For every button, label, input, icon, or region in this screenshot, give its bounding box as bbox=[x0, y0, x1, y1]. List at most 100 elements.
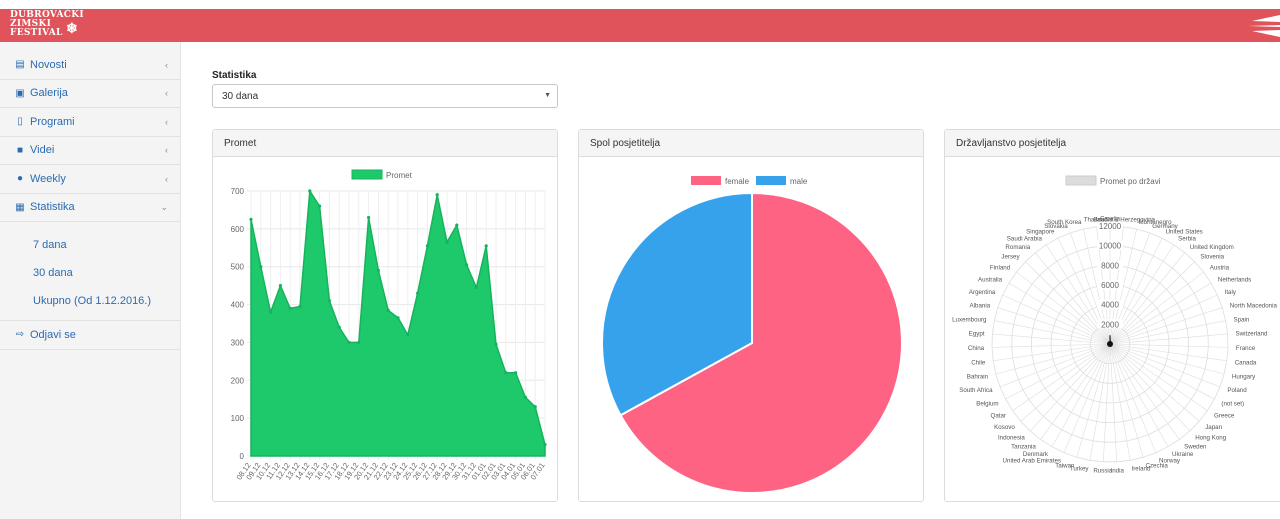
nationality-radar-chart: Promet po državi 2000 4000 6000 8000 10000 120… bbox=[952, 175, 1278, 474]
radar-category-label: Argentina bbox=[969, 289, 996, 296]
data-point bbox=[504, 371, 508, 375]
radar-category-label: Slovenia bbox=[1200, 254, 1224, 261]
radar-category-label: Jersey bbox=[1001, 254, 1020, 261]
data-point bbox=[455, 223, 459, 227]
radar-spoke bbox=[1109, 343, 1180, 440]
radar-category-label: India bbox=[1110, 467, 1124, 474]
radar-tick-label: 12000 bbox=[1099, 222, 1122, 231]
radar-category-label: Bahrain bbox=[967, 374, 989, 381]
radar-category-label: France bbox=[1236, 345, 1256, 352]
sidebar-item-label: Galerija bbox=[30, 87, 68, 100]
radar-category-label: Greece bbox=[1214, 413, 1235, 420]
radar-spoke bbox=[997, 307, 1111, 345]
sidebar: ▤ Novosti ‹ ▣ Galerija ‹ ▯ Programi ‹ ■ Videi ‹ ● Wee… bbox=[0, 42, 181, 519]
radar-tick-label: 4000 bbox=[1101, 301, 1119, 310]
radar-spoke bbox=[1012, 343, 1111, 411]
radar-category-label: Japan bbox=[1205, 424, 1222, 431]
radar-category-label: Denmark bbox=[1023, 451, 1049, 458]
legend-label-female: female bbox=[725, 177, 750, 186]
chevron-left-icon: ‹ bbox=[165, 59, 168, 70]
nationality-card: Državljanstvo posjetitelja Promet po drž… bbox=[944, 129, 1280, 502]
submenu-item-30-dana[interactable]: 30 dana bbox=[0, 259, 180, 287]
sidebar-item-statistika[interactable]: ▦ Statistika ⌄ bbox=[0, 194, 180, 222]
sidebar-item-label: Statistika bbox=[30, 201, 75, 214]
radar-category-label: Hungary bbox=[1232, 374, 1256, 381]
radar-category-label: Canada bbox=[1235, 359, 1257, 366]
submenu-item-7-dana[interactable]: 7 dana bbox=[0, 231, 180, 259]
sign-out-icon: ⇨ bbox=[15, 329, 25, 341]
data-point bbox=[308, 189, 312, 193]
festival-logo[interactable]: DUBROVAČKI ZIMSKI FESTIVAL ❄ bbox=[10, 11, 84, 38]
legend-label: Promet po državi bbox=[1100, 177, 1161, 186]
gender-card: Spol posjetitelja female male bbox=[578, 129, 924, 502]
data-point bbox=[435, 193, 439, 197]
radar-spoke bbox=[1109, 307, 1223, 345]
menu-toggle-icon[interactable] bbox=[1240, 13, 1280, 39]
radar-spoke bbox=[1029, 343, 1111, 432]
table-icon: ▦ bbox=[15, 201, 25, 213]
radar-category-label: United Kingdom bbox=[1190, 244, 1234, 251]
radar-tick-label: 6000 bbox=[1101, 281, 1119, 290]
radar-category-label: Tanzania bbox=[1011, 443, 1036, 450]
sidebar-item-galerija[interactable]: ▣ Galerija ‹ bbox=[0, 80, 180, 108]
radar-category-label: Sweden bbox=[1184, 443, 1207, 450]
radar-category-label: Chile bbox=[971, 359, 986, 366]
chevron-left-icon: ‹ bbox=[165, 88, 168, 99]
data-point bbox=[543, 443, 547, 447]
data-point bbox=[259, 265, 263, 269]
gender-pie-chart: female male bbox=[601, 176, 903, 494]
data-point bbox=[406, 333, 410, 337]
radar-category-label: Ireland bbox=[1132, 466, 1151, 473]
radar-category-label: Italy bbox=[1225, 289, 1237, 296]
radar-category-label: Switzerland bbox=[1236, 331, 1269, 338]
legend-label: Promet bbox=[386, 171, 413, 180]
submenu-item-ukupno[interactable]: Ukupno (Od 1.12.2016.) bbox=[0, 287, 180, 315]
radar-category-label: North Macedonia bbox=[1230, 303, 1278, 310]
data-point bbox=[249, 217, 253, 221]
radar-category-label: China bbox=[968, 345, 985, 352]
data-point bbox=[386, 308, 390, 312]
y-tick-label: 700 bbox=[231, 187, 245, 196]
radar-tick-label: 8000 bbox=[1101, 261, 1119, 270]
radar-category-label: Austria bbox=[1210, 265, 1230, 272]
sidebar-item-label: Programi bbox=[30, 115, 75, 128]
logout-button[interactable]: ⇨ Odjavi se bbox=[0, 321, 180, 350]
radar-category-label: Serbia bbox=[1178, 236, 1196, 243]
radar-category-label: (not set) bbox=[1221, 400, 1244, 407]
radar-category-label: Thailand bbox=[1084, 216, 1108, 223]
data-point bbox=[416, 291, 420, 295]
sidebar-item-programi[interactable]: ▯ Programi ‹ bbox=[0, 108, 180, 137]
legend-swatch bbox=[1065, 175, 1097, 186]
radar-category-label: Saudi Arabia bbox=[1007, 236, 1043, 243]
legend-swatch-male bbox=[756, 176, 786, 185]
radar-spoke bbox=[1109, 343, 1157, 453]
data-point bbox=[327, 299, 331, 303]
y-tick-label: 200 bbox=[231, 376, 245, 385]
radar-category-label: Poland bbox=[1227, 387, 1247, 394]
period-select[interactable]: 30 dana ▼ bbox=[212, 84, 558, 108]
radar-category-label: United Arab Emirates bbox=[1003, 458, 1061, 465]
radar-category-label: Egypt bbox=[969, 331, 985, 338]
video-icon: ■ bbox=[16, 144, 24, 156]
period-select-value: 30 dana bbox=[222, 90, 259, 102]
y-tick-label: 300 bbox=[231, 338, 245, 347]
sidebar-item-novosti[interactable]: ▤ Novosti ‹ bbox=[0, 51, 180, 80]
data-point bbox=[298, 304, 302, 309]
logout-label: Odjavi se bbox=[30, 328, 76, 341]
radar-category-label: Luxembourg bbox=[952, 317, 987, 324]
sidebar-item-weekly[interactable]: ● Weekly ‹ bbox=[0, 165, 180, 194]
radar-category-label: Finland bbox=[990, 265, 1011, 272]
chevron-left-icon: ‹ bbox=[165, 173, 168, 184]
radar-tick-label: 10000 bbox=[1099, 242, 1122, 251]
y-tick-label: 0 bbox=[240, 452, 245, 461]
chevron-left-icon: ‹ bbox=[165, 116, 168, 127]
sidebar-item-label: Weekly bbox=[30, 172, 66, 185]
legend-label-male: male bbox=[790, 177, 808, 186]
promet-area-chart: Promet010020030040050060070008.1209.1210… bbox=[231, 169, 547, 482]
sidebar-item-videi[interactable]: ■ Videi ‹ bbox=[0, 137, 180, 165]
radar-spoke bbox=[1109, 343, 1191, 432]
data-point bbox=[474, 285, 478, 290]
gender-card-title: Spol posjetitelja bbox=[579, 130, 923, 157]
data-point bbox=[484, 244, 488, 248]
radar-category-label: Spain bbox=[1234, 317, 1250, 324]
